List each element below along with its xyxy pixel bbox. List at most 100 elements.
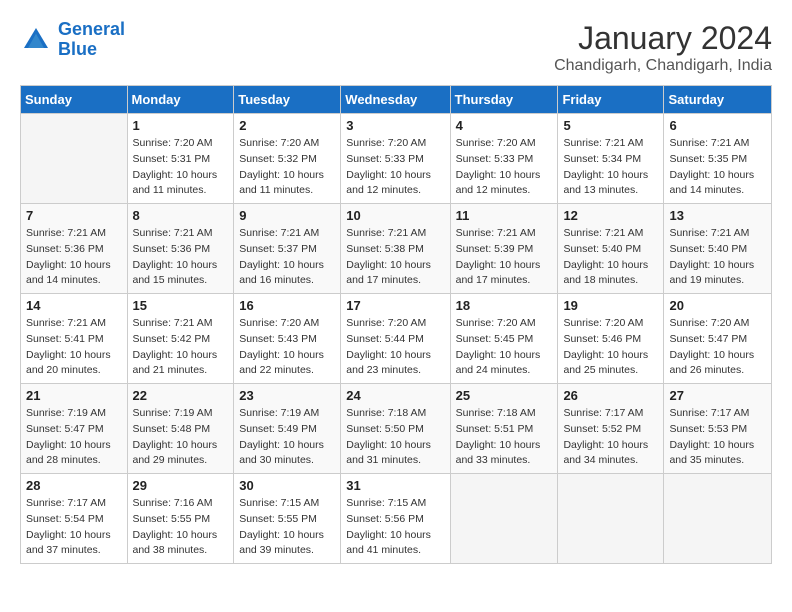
calendar-cell	[664, 474, 772, 564]
calendar-cell: 19 Sunrise: 7:20 AM Sunset: 5:46 PM Dayli…	[558, 294, 664, 384]
day-info: Sunrise: 7:21 AM Sunset: 5:34 PM Dayligh…	[563, 136, 658, 199]
logo-text: General Blue	[58, 20, 125, 60]
calendar-cell	[558, 474, 664, 564]
day-number: 8	[133, 208, 229, 223]
calendar-cell: 21 Sunrise: 7:19 AM Sunset: 5:47 PM Dayli…	[21, 384, 128, 474]
day-number: 26	[563, 388, 658, 403]
col-header-friday: Friday	[558, 86, 664, 114]
day-info: Sunrise: 7:16 AM Sunset: 5:55 PM Dayligh…	[133, 496, 229, 559]
calendar-cell: 1 Sunrise: 7:20 AM Sunset: 5:31 PM Daylig…	[127, 114, 234, 204]
day-info: Sunrise: 7:20 AM Sunset: 5:46 PM Dayligh…	[563, 316, 658, 379]
day-number: 1	[133, 118, 229, 133]
day-number: 10	[346, 208, 444, 223]
calendar-cell: 23 Sunrise: 7:19 AM Sunset: 5:49 PM Dayli…	[234, 384, 341, 474]
calendar-cell: 7 Sunrise: 7:21 AM Sunset: 5:36 PM Daylig…	[21, 204, 128, 294]
calendar-cell	[450, 474, 558, 564]
title-block: January 2024 Chandigarh, Chandigarh, Ind…	[554, 20, 772, 75]
day-info: Sunrise: 7:18 AM Sunset: 5:50 PM Dayligh…	[346, 406, 444, 469]
col-header-tuesday: Tuesday	[234, 86, 341, 114]
header-row: SundayMondayTuesdayWednesdayThursdayFrid…	[21, 86, 772, 114]
day-info: Sunrise: 7:15 AM Sunset: 5:55 PM Dayligh…	[239, 496, 335, 559]
day-number: 16	[239, 298, 335, 313]
calendar-cell: 2 Sunrise: 7:20 AM Sunset: 5:32 PM Daylig…	[234, 114, 341, 204]
day-info: Sunrise: 7:21 AM Sunset: 5:35 PM Dayligh…	[669, 136, 766, 199]
day-info: Sunrise: 7:18 AM Sunset: 5:51 PM Dayligh…	[456, 406, 553, 469]
day-info: Sunrise: 7:21 AM Sunset: 5:37 PM Dayligh…	[239, 226, 335, 289]
day-number: 17	[346, 298, 444, 313]
week-row-5: 28 Sunrise: 7:17 AM Sunset: 5:54 PM Dayli…	[21, 474, 772, 564]
day-info: Sunrise: 7:19 AM Sunset: 5:48 PM Dayligh…	[133, 406, 229, 469]
day-info: Sunrise: 7:20 AM Sunset: 5:31 PM Dayligh…	[133, 136, 229, 199]
calendar-cell: 28 Sunrise: 7:17 AM Sunset: 5:54 PM Dayli…	[21, 474, 128, 564]
day-number: 4	[456, 118, 553, 133]
day-info: Sunrise: 7:17 AM Sunset: 5:54 PM Dayligh…	[26, 496, 122, 559]
day-info: Sunrise: 7:21 AM Sunset: 5:40 PM Dayligh…	[563, 226, 658, 289]
day-number: 31	[346, 478, 444, 493]
day-number: 14	[26, 298, 122, 313]
day-info: Sunrise: 7:20 AM Sunset: 5:33 PM Dayligh…	[456, 136, 553, 199]
day-number: 21	[26, 388, 122, 403]
calendar-cell: 12Sunrise: 7:21 AM Sunset: 5:40 PM Dayli…	[558, 204, 664, 294]
col-header-thursday: Thursday	[450, 86, 558, 114]
week-row-4: 21 Sunrise: 7:19 AM Sunset: 5:47 PM Dayli…	[21, 384, 772, 474]
day-number: 20	[669, 298, 766, 313]
week-row-2: 7 Sunrise: 7:21 AM Sunset: 5:36 PM Daylig…	[21, 204, 772, 294]
day-number: 13	[669, 208, 766, 223]
logo: General Blue	[20, 20, 125, 60]
day-info: Sunrise: 7:20 AM Sunset: 5:47 PM Dayligh…	[669, 316, 766, 379]
calendar-cell: 17 Sunrise: 7:20 AM Sunset: 5:44 PM Dayli…	[341, 294, 450, 384]
day-info: Sunrise: 7:21 AM Sunset: 5:36 PM Dayligh…	[26, 226, 122, 289]
day-number: 30	[239, 478, 335, 493]
day-number: 23	[239, 388, 335, 403]
day-number: 15	[133, 298, 229, 313]
calendar-cell: 13 Sunrise: 7:21 AM Sunset: 5:40 PM Dayli…	[664, 204, 772, 294]
calendar-cell: 26 Sunrise: 7:17 AM Sunset: 5:52 PM Dayli…	[558, 384, 664, 474]
day-info: Sunrise: 7:17 AM Sunset: 5:53 PM Dayligh…	[669, 406, 766, 469]
calendar-cell: 11 Sunrise: 7:21 AM Sunset: 5:39 PM Dayli…	[450, 204, 558, 294]
day-number: 9	[239, 208, 335, 223]
day-info: Sunrise: 7:19 AM Sunset: 5:49 PM Dayligh…	[239, 406, 335, 469]
day-number: 25	[456, 388, 553, 403]
calendar-cell: 29Sunrise: 7:16 AM Sunset: 5:55 PM Dayli…	[127, 474, 234, 564]
day-number: 6	[669, 118, 766, 133]
day-info: Sunrise: 7:20 AM Sunset: 5:44 PM Dayligh…	[346, 316, 444, 379]
week-row-1: 1 Sunrise: 7:20 AM Sunset: 5:31 PM Daylig…	[21, 114, 772, 204]
day-info: Sunrise: 7:17 AM Sunset: 5:52 PM Dayligh…	[563, 406, 658, 469]
day-number: 5	[563, 118, 658, 133]
day-number: 7	[26, 208, 122, 223]
day-info: Sunrise: 7:21 AM Sunset: 5:38 PM Dayligh…	[346, 226, 444, 289]
calendar-cell: 16 Sunrise: 7:20 AM Sunset: 5:43 PM Dayli…	[234, 294, 341, 384]
day-info: Sunrise: 7:20 AM Sunset: 5:45 PM Dayligh…	[456, 316, 553, 379]
day-number: 19	[563, 298, 658, 313]
calendar-table: SundayMondayTuesdayWednesdayThursdayFrid…	[20, 85, 772, 564]
week-row-3: 14 Sunrise: 7:21 AM Sunset: 5:41 PM Dayli…	[21, 294, 772, 384]
day-info: Sunrise: 7:21 AM Sunset: 5:41 PM Dayligh…	[26, 316, 122, 379]
col-header-monday: Monday	[127, 86, 234, 114]
logo-icon	[20, 24, 52, 56]
day-info: Sunrise: 7:21 AM Sunset: 5:39 PM Dayligh…	[456, 226, 553, 289]
calendar-cell	[21, 114, 128, 204]
day-info: Sunrise: 7:20 AM Sunset: 5:33 PM Dayligh…	[346, 136, 444, 199]
calendar-cell: 14 Sunrise: 7:21 AM Sunset: 5:41 PM Dayli…	[21, 294, 128, 384]
month-title: January 2024	[554, 20, 772, 57]
day-info: Sunrise: 7:20 AM Sunset: 5:32 PM Dayligh…	[239, 136, 335, 199]
day-number: 28	[26, 478, 122, 493]
col-header-sunday: Sunday	[21, 86, 128, 114]
day-number: 24	[346, 388, 444, 403]
col-header-wednesday: Wednesday	[341, 86, 450, 114]
day-info: Sunrise: 7:15 AM Sunset: 5:56 PM Dayligh…	[346, 496, 444, 559]
calendar-cell: 30 Sunrise: 7:15 AM Sunset: 5:55 PM Dayli…	[234, 474, 341, 564]
calendar-cell: 8Sunrise: 7:21 AM Sunset: 5:36 PM Daylig…	[127, 204, 234, 294]
calendar-cell: 15Sunrise: 7:21 AM Sunset: 5:42 PM Dayli…	[127, 294, 234, 384]
calendar-cell: 31 Sunrise: 7:15 AM Sunset: 5:56 PM Dayli…	[341, 474, 450, 564]
calendar-cell: 20 Sunrise: 7:20 AM Sunset: 5:47 PM Dayli…	[664, 294, 772, 384]
day-info: Sunrise: 7:20 AM Sunset: 5:43 PM Dayligh…	[239, 316, 335, 379]
day-number: 11	[456, 208, 553, 223]
day-number: 2	[239, 118, 335, 133]
day-info: Sunrise: 7:19 AM Sunset: 5:47 PM Dayligh…	[26, 406, 122, 469]
calendar-cell: 5 Sunrise: 7:21 AM Sunset: 5:34 PM Daylig…	[558, 114, 664, 204]
calendar-cell: 18Sunrise: 7:20 AM Sunset: 5:45 PM Dayli…	[450, 294, 558, 384]
calendar-cell: 3Sunrise: 7:20 AM Sunset: 5:33 PM Daylig…	[341, 114, 450, 204]
day-info: Sunrise: 7:21 AM Sunset: 5:40 PM Dayligh…	[669, 226, 766, 289]
calendar-cell: 4 Sunrise: 7:20 AM Sunset: 5:33 PM Daylig…	[450, 114, 558, 204]
